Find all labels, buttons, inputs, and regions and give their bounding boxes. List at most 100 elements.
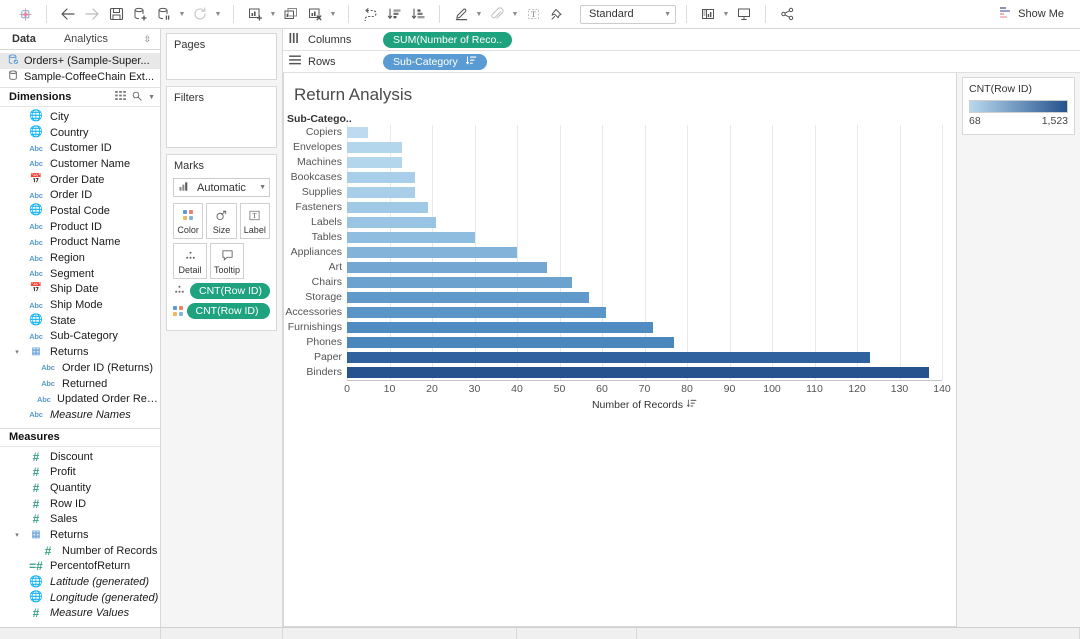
- save-icon[interactable]: [105, 4, 127, 25]
- chevron-down-icon[interactable]: ▼: [268, 4, 278, 25]
- sort-icon[interactable]: [686, 399, 697, 411]
- data-source-add-icon[interactable]: [129, 4, 151, 25]
- tableau-logo-icon[interactable]: [14, 4, 36, 25]
- field-item[interactable]: Abc Sub-Category: [0, 329, 160, 345]
- field-item[interactable]: # Number of Records: [0, 543, 160, 559]
- bar[interactable]: [347, 322, 653, 333]
- data-source-coffeechain[interactable]: Sample-CoffeeChain Ext...: [0, 69, 160, 85]
- color-legend[interactable]: CNT(Row ID) 68 1,523: [962, 77, 1075, 135]
- field-item[interactable]: Abc Product ID: [0, 219, 160, 235]
- field-item[interactable]: # Row ID: [0, 496, 160, 512]
- field-item[interactable]: 🌐 City: [0, 109, 160, 125]
- bar[interactable]: [347, 172, 415, 183]
- field-item[interactable]: Abc Customer ID: [0, 140, 160, 156]
- chevron-down-icon[interactable]: ▼: [213, 4, 223, 25]
- bar[interactable]: [347, 187, 415, 198]
- marks-pill-detail[interactable]: CNT(Row ID): [190, 283, 270, 299]
- field-item[interactable]: Abc Segment: [0, 266, 160, 282]
- paperclip-icon[interactable]: [486, 4, 508, 25]
- filters-card[interactable]: Filters: [166, 86, 277, 148]
- show-cards-icon[interactable]: [697, 4, 719, 25]
- bar[interactable]: [347, 352, 870, 363]
- marks-pill-color[interactable]: CNT(Row ID): [186, 303, 270, 319]
- field-item[interactable]: # Quantity: [0, 480, 160, 496]
- field-item[interactable]: 📅 Ship Date: [0, 282, 160, 298]
- field-item[interactable]: 🌐 State: [0, 313, 160, 329]
- sort-desc-icon[interactable]: [407, 4, 429, 25]
- bar[interactable]: [347, 232, 475, 243]
- field-item[interactable]: Abc Measure Names: [0, 407, 160, 423]
- pill-sum-number-of-records[interactable]: SUM(Number of Reco..: [383, 31, 513, 48]
- bar[interactable]: [347, 367, 930, 378]
- tab-analytics[interactable]: Analytics: [42, 33, 114, 45]
- field-item[interactable]: ▾ ▦ Returns: [0, 344, 160, 360]
- marks-tooltip-button[interactable]: Tooltip: [210, 243, 244, 279]
- grid-view-icon[interactable]: [115, 91, 126, 103]
- chevron-down-icon[interactable]: ▼: [328, 4, 338, 25]
- refresh-icon[interactable]: [189, 4, 211, 25]
- chevron-down-icon[interactable]: ▼: [510, 4, 520, 25]
- field-item[interactable]: Abc Region: [0, 250, 160, 266]
- duplicate-sheet-icon[interactable]: [280, 4, 302, 25]
- chevron-down-icon[interactable]: ▼: [148, 94, 155, 101]
- highlighter-icon[interactable]: [450, 4, 472, 25]
- bar[interactable]: [347, 337, 675, 348]
- bar[interactable]: [347, 307, 607, 318]
- chevron-down-icon[interactable]: ▾: [12, 531, 22, 539]
- clear-sheet-icon[interactable]: [304, 4, 326, 25]
- text-label-icon[interactable]: T: [522, 4, 544, 25]
- chevron-down-icon[interactable]: ▼: [721, 4, 731, 25]
- chevron-down-icon[interactable]: ▼: [474, 4, 484, 25]
- mark-type-select[interactable]: Automatic ▼: [173, 178, 270, 197]
- presentation-icon[interactable]: [733, 4, 755, 25]
- field-item[interactable]: =# PercentofReturn: [0, 559, 160, 575]
- bar[interactable]: [347, 277, 573, 288]
- fit-select[interactable]: Standard ▼: [580, 4, 676, 24]
- field-item[interactable]: Abc Updated Order Returns: [0, 391, 160, 407]
- share-icon[interactable]: [776, 4, 798, 25]
- bar[interactable]: [347, 262, 547, 273]
- marks-color-button[interactable]: Color: [173, 203, 204, 239]
- marks-detail-button[interactable]: Detail: [173, 243, 207, 279]
- show-me-button[interactable]: Show Me: [991, 6, 1072, 22]
- bar[interactable]: [347, 202, 428, 213]
- bar[interactable]: [347, 142, 403, 153]
- swap-icon[interactable]: [359, 4, 381, 25]
- marks-label-button[interactable]: T Label: [239, 203, 270, 239]
- worksheet-view[interactable]: Return Analysis Sub-Catego.. Copiers Enve…: [283, 73, 957, 627]
- bar[interactable]: [347, 217, 437, 228]
- field-item[interactable]: # Profit: [0, 464, 160, 480]
- field-item[interactable]: # Measure Values: [0, 606, 160, 622]
- chevron-down-icon[interactable]: ▾: [12, 348, 22, 356]
- rows-shelf[interactable]: Rows Sub-Category: [283, 51, 1080, 73]
- field-item[interactable]: Abc Order ID: [0, 187, 160, 203]
- data-pane-options-icon[interactable]: ⇳: [143, 34, 154, 45]
- field-item[interactable]: 🌐 Country: [0, 125, 160, 141]
- field-item[interactable]: Abc Ship Mode: [0, 297, 160, 313]
- field-item[interactable]: 🌐 Postal Code: [0, 203, 160, 219]
- data-source-pause-icon[interactable]: [153, 4, 175, 25]
- search-icon[interactable]: [132, 91, 142, 104]
- bar[interactable]: [347, 157, 403, 168]
- arrow-right-icon[interactable]: [81, 4, 103, 25]
- new-worksheet-icon[interactable]: [244, 4, 266, 25]
- field-item[interactable]: Abc Returned: [0, 376, 160, 392]
- data-source-orders[interactable]: Orders+ (Sample-Super...: [0, 53, 160, 69]
- chevron-down-icon[interactable]: ▼: [177, 4, 187, 25]
- field-item[interactable]: ▾ ▦ Returns: [0, 527, 160, 543]
- field-item[interactable]: Abc Order ID (Returns): [0, 360, 160, 376]
- field-item[interactable]: Abc Product Name: [0, 235, 160, 251]
- pushpin-icon[interactable]: [546, 4, 568, 25]
- marks-size-button[interactable]: Size: [206, 203, 237, 239]
- columns-shelf[interactable]: Columns SUM(Number of Reco..: [283, 29, 1080, 51]
- field-item[interactable]: 📅 Order Date: [0, 172, 160, 188]
- field-item[interactable]: Abc Customer Name: [0, 156, 160, 172]
- pages-card[interactable]: Pages: [166, 33, 277, 80]
- bar[interactable]: [347, 292, 590, 303]
- arrow-left-icon[interactable]: [57, 4, 79, 25]
- sort-asc-icon[interactable]: [383, 4, 405, 25]
- bar[interactable]: [347, 247, 517, 258]
- field-item[interactable]: # Sales: [0, 512, 160, 528]
- tab-data[interactable]: Data: [6, 33, 42, 45]
- field-item[interactable]: 🌐 Latitude (generated): [0, 574, 160, 590]
